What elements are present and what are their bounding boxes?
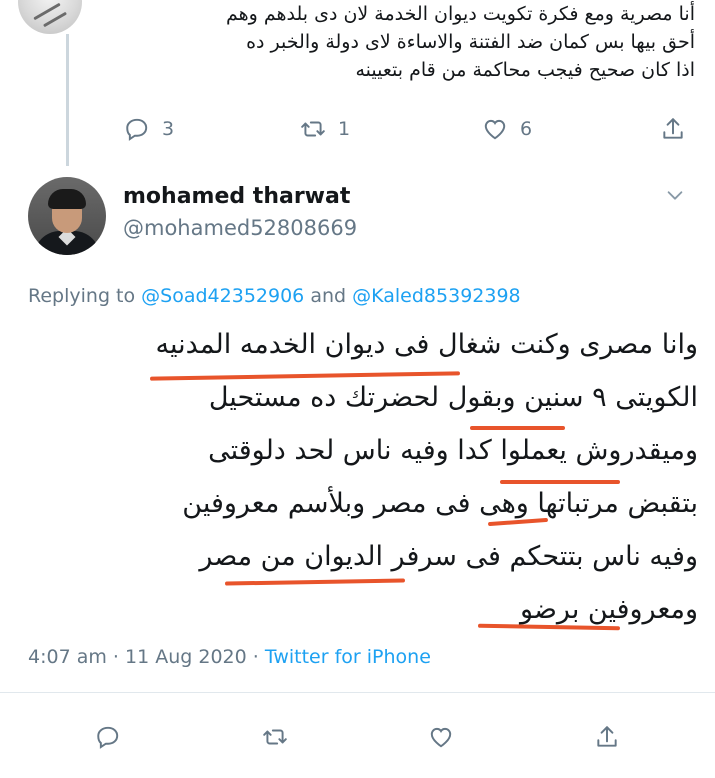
like-icon [430, 727, 452, 748]
tweet-text-line: الكويتى ٩ سنين وبقول لحضرتك ده مستحيل [208, 382, 698, 413]
thread-line [66, 34, 69, 166]
author-name[interactable]: mohamed tharwat [123, 184, 350, 209]
retweet-count: 1 [338, 118, 351, 140]
mention-link[interactable]: @Kaled85392398 [352, 285, 521, 307]
retweet-icon [263, 729, 287, 745]
reply-count: 3 [162, 118, 175, 140]
annotation-underline [500, 480, 620, 484]
share-icon [597, 726, 617, 747]
divider [0, 692, 715, 693]
tweet-date: 11 Aug 2020 [125, 646, 247, 668]
like-count: 6 [520, 118, 533, 140]
replying-prefix: Replying to [28, 285, 136, 307]
tweet-source[interactable]: Twitter for iPhone [265, 646, 431, 668]
reply-icon [97, 726, 119, 749]
parent-share-button[interactable] [660, 116, 686, 142]
share-button[interactable] [594, 724, 620, 750]
meta-separator: · [112, 646, 119, 668]
parent-text-line: اذا كان صحيح فيجب محاكمة من قام بتعيينه [355, 59, 695, 81]
author-handle[interactable]: @mohamed52808669 [123, 216, 357, 240]
tweet-text: وانا مصرى وكنت شغال فى ديوان الخدمه المد… [20, 318, 698, 636]
avatar[interactable] [28, 177, 106, 255]
reply-button[interactable] [95, 724, 121, 750]
retweet-icon [301, 121, 325, 137]
tweet-text-line: وانا مصرى وكنت شغال فى ديوان الخدمه المد… [155, 329, 698, 360]
replying-joiner: and [310, 285, 347, 307]
tweet-text-line: وميقدروش يعملوا كدا وفيه ناس لحد دلوقتى [208, 435, 698, 466]
parent-text-line: أحق بيها بس كمان ضد الفتنة والاساءة لاى … [246, 31, 695, 53]
parent-avatar[interactable] [18, 0, 82, 34]
tweet-time: 4:07 am [28, 646, 107, 668]
annotation-underline [470, 426, 565, 430]
share-icon [663, 118, 683, 139]
retweet-button[interactable] [262, 724, 288, 750]
parent-like-button[interactable]: 6 [482, 116, 532, 142]
tweet-text-line: وفيه ناس بتتحكم فى سرفر الديوان من مصر [199, 541, 698, 572]
meta-separator: · [252, 646, 259, 668]
tweet-text-line: بتقبض مرتباتها وهى فى مصر وبلأسم معروفين [182, 488, 698, 519]
like-button[interactable] [428, 724, 454, 750]
parent-retweet-button[interactable]: 1 [300, 116, 350, 142]
parent-text-line: أنا مصرية ومع فكرة تكويت ديوان الخدمة لا… [225, 3, 695, 25]
parent-tweet-text: أنا مصرية ومع فكرة تكويت ديوان الخدمة لا… [200, 0, 695, 84]
chevron-down-icon[interactable] [664, 184, 686, 206]
mention-link[interactable]: @Soad42352906 [141, 285, 304, 307]
parent-reply-button[interactable]: 3 [124, 116, 174, 142]
like-icon [484, 119, 506, 140]
replying-to: Replying to @Soad42352906 and @Kaled8539… [28, 285, 521, 307]
reply-icon [126, 118, 148, 141]
tweet-meta: 4:07 am · 11 Aug 2020 · Twitter for iPho… [28, 646, 431, 668]
